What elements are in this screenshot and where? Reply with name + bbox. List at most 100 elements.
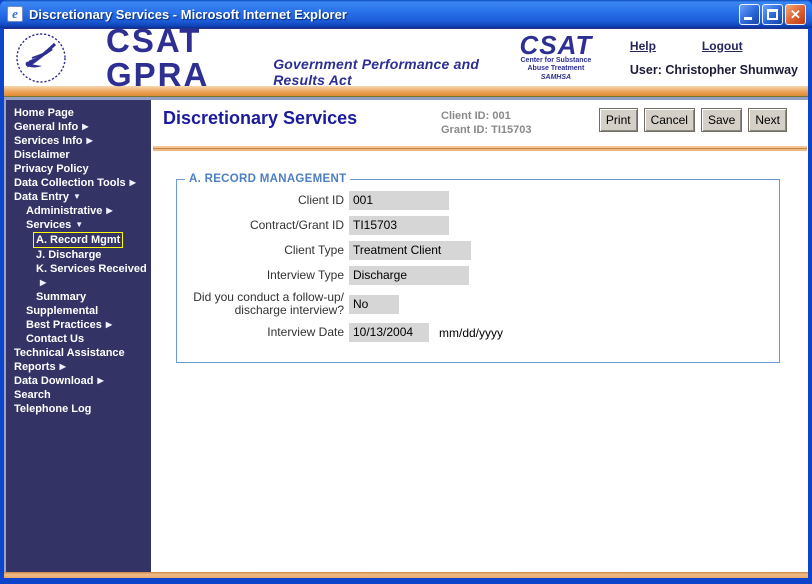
sidebar-item-label: Data Download <box>14 375 94 387</box>
sidebar-item-summary[interactable]: Summary <box>6 290 151 304</box>
sidebar-item-j-discharge[interactable]: J. Discharge <box>6 248 151 262</box>
footer-orange-bar <box>4 572 808 578</box>
browser-window: e Discretionary Services - Microsoft Int… <box>0 0 812 584</box>
chevron-right-icon: ▶ <box>129 178 136 187</box>
contract-grant-id-field[interactable]: TI15703 <box>349 216 449 235</box>
sidebar-item-label: Data Collection Tools <box>14 177 126 189</box>
sidebar-item-telephone-log[interactable]: Telephone Log <box>6 402 151 416</box>
field-label: Did you conduct a follow-up/ discharge i… <box>193 290 344 317</box>
sidebar-item-data-collection-tools[interactable]: Data Collection Tools ▶ <box>6 176 151 190</box>
sidebar-item-general-info[interactable]: General Info ▶ <box>6 120 151 134</box>
help-link[interactable]: Help <box>630 39 656 53</box>
minimize-icon <box>744 16 752 20</box>
sidebar-item-label: Telephone Log <box>14 403 92 415</box>
sidebar-item-label: Summary <box>36 291 87 303</box>
maximize-button[interactable] <box>762 3 783 25</box>
sidebar-item-label: Search <box>14 389 51 401</box>
chevron-right-icon: ▶ <box>97 376 104 385</box>
action-toolbar: Print Cancel Save Next <box>598 108 787 132</box>
brand-title: CSAT GPRA <box>106 21 210 93</box>
chevron-down-icon: ▼ <box>73 192 81 201</box>
sidebar-item-a-record-mgmt[interactable]: A. Record Mgmt <box>6 232 151 248</box>
page-title: Discretionary Services <box>163 108 358 128</box>
client-id-field[interactable]: 001 <box>349 191 449 210</box>
brand-block: CSAT GPRA Government Performance and Res… <box>106 21 484 93</box>
sidebar-nav: Home Page General Info ▶ Services Info ▶ Disc… <box>4 100 151 572</box>
form-row-interview-date: Interview Date 10/13/2004 mm/dd/yyyy <box>177 323 779 342</box>
sidebar-item-label: Reports <box>14 361 56 373</box>
window-title: Discretionary Services - Microsoft Inter… <box>29 6 347 22</box>
interview-date-field[interactable]: 10/13/2004 <box>349 323 429 342</box>
field-label: Client ID <box>297 193 344 207</box>
sidebar-item-label: Administrative <box>26 205 103 217</box>
sidebar-item-home-page[interactable]: Home Page <box>6 106 151 120</box>
sidebar-item-data-download[interactable]: Data Download ▶ <box>6 374 151 388</box>
csat-samhsa-logo: CSAT Center for Substance Abuse Treatmen… <box>510 30 602 82</box>
sidebar-item-disclaimer[interactable]: Disclaimer <box>6 148 151 162</box>
close-button[interactable]: ✕ <box>785 3 806 25</box>
minimize-button[interactable] <box>739 3 760 25</box>
sidebar-item-label: Technical Assistance <box>14 347 125 359</box>
grant-id-text: Grant ID: TI15703 <box>441 124 532 136</box>
next-button[interactable]: Next <box>748 108 787 132</box>
sidebar-item-k-services-received[interactable]: K. Services Received ▶ <box>6 262 151 290</box>
client-id-text: Client ID: 001 <box>441 110 511 122</box>
sidebar-item-data-entry[interactable]: Data Entry ▼ <box>6 190 151 204</box>
chevron-right-icon: ▶ <box>86 136 93 145</box>
logout-link[interactable]: Logout <box>702 39 743 53</box>
close-icon: ✕ <box>790 6 801 22</box>
hhs-eagle-logo <box>16 32 66 83</box>
sidebar-item-label: Contact Us <box>26 333 85 345</box>
sidebar-item-contact-us[interactable]: Contact Us <box>6 332 151 346</box>
field-label: Client Type <box>284 243 344 257</box>
chevron-right-icon: ▶ <box>106 206 113 215</box>
interview-type-field[interactable]: Discharge <box>349 266 469 285</box>
client-grant-info: Client ID: 001 Grant ID: TI15703 <box>441 108 599 137</box>
title-separator <box>153 146 807 151</box>
record-management-section: A. RECORD MANAGEMENT Client ID 001 Contrac… <box>176 173 780 363</box>
form-row-did-you-conduct-a-follow-up-di: Did you conduct a follow-up/ discharge i… <box>177 291 779 317</box>
sidebar-item-technical-assistance[interactable]: Technical Assistance <box>6 346 151 360</box>
sidebar-item-label: K. Services Received <box>36 263 147 275</box>
save-button[interactable]: Save <box>700 108 743 132</box>
session-block: Help Logout User: Christopher Shumway <box>630 39 798 77</box>
section-title: A. RECORD MANAGEMENT <box>189 173 347 185</box>
cancel-button[interactable]: Cancel <box>643 108 695 132</box>
sidebar-item-search[interactable]: Search <box>6 388 151 402</box>
sidebar-item-services[interactable]: Services ▼ <box>6 218 151 232</box>
csat-logo-text: CSAT <box>519 30 593 60</box>
date-format-hint: mm/dd/yyyy <box>439 325 504 340</box>
field-label: Interview Type <box>266 268 344 282</box>
did-you-conduct-a-follow-up-di-field[interactable]: No <box>349 294 399 314</box>
window-controls: ✕ <box>739 3 806 25</box>
record-management-form: Client ID 001 Contract/Grant ID TI15703 Clie… <box>177 191 779 342</box>
sidebar-item-label: Home Page <box>14 107 74 119</box>
sidebar-item-best-practices[interactable]: Best Practices ▶ <box>6 318 151 332</box>
print-button[interactable]: Print <box>598 108 638 132</box>
app-header: CSAT GPRA Government Performance and Res… <box>4 23 808 91</box>
sidebar-item-administrative[interactable]: Administrative ▶ <box>6 204 151 218</box>
chevron-down-icon: ▼ <box>75 220 84 229</box>
sidebar-item-label: Data Entry <box>14 191 70 203</box>
field-label: Contract/Grant ID <box>249 218 344 232</box>
sidebar-item-services-info[interactable]: Services Info ▶ <box>6 134 151 148</box>
sidebar-item-supplemental[interactable]: Supplemental <box>6 304 151 318</box>
brand-tagline: Government Performance and Results Act <box>273 55 480 88</box>
logged-in-user: User: Christopher Shumway <box>629 62 798 77</box>
field-label: Interview Date <box>267 325 344 339</box>
client-type-field[interactable]: Treatment Client <box>349 241 471 260</box>
internet-explorer-icon: e <box>7 6 23 22</box>
csat-logo-line2: Abuse Treatment <box>527 65 585 72</box>
page-body: CSAT GPRA Government Performance and Res… <box>4 23 808 578</box>
sidebar-item-label: General Info <box>14 121 79 133</box>
chevron-right-icon: ▶ <box>82 122 89 131</box>
sidebar-item-label: Supplemental <box>26 305 99 317</box>
sidebar-item-label: Services Info <box>14 135 83 147</box>
form-row-client-type: Client Type Treatment Client <box>177 241 779 260</box>
sidebar-item-label: Services <box>26 219 72 231</box>
page-header-row: Discretionary Services Client ID: 001 Gr… <box>151 100 808 142</box>
sidebar-item-label: Best Practices <box>26 319 102 331</box>
sidebar-item-label: Privacy Policy <box>14 163 89 175</box>
sidebar-item-privacy-policy[interactable]: Privacy Policy <box>6 162 151 176</box>
sidebar-item-reports[interactable]: Reports ▶ <box>6 360 151 374</box>
